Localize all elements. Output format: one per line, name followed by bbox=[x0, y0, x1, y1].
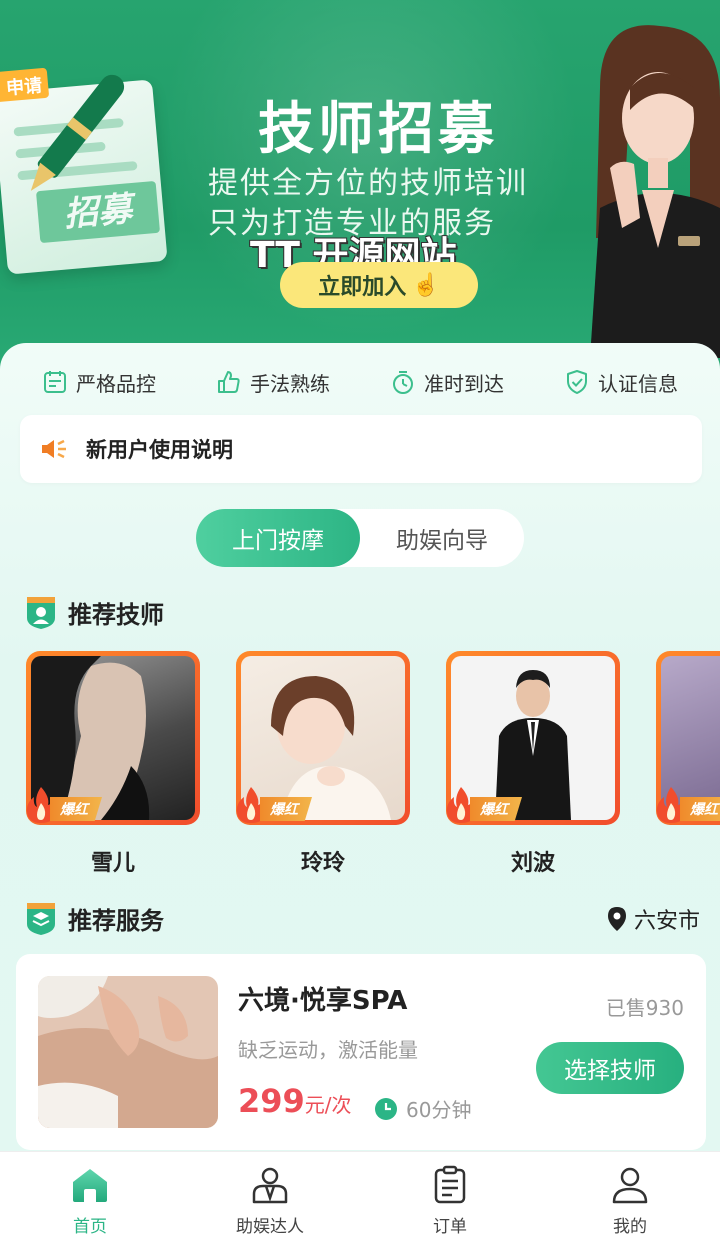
feature-on-time: 准时到达 bbox=[390, 368, 504, 397]
price-value: 299 bbox=[238, 1082, 305, 1120]
hot-badge: 爆红 bbox=[234, 785, 312, 825]
hot-badge: 爆红 bbox=[654, 785, 720, 825]
service-price: 299元/次 bbox=[238, 1082, 352, 1120]
nav-label: 首页 bbox=[73, 1217, 107, 1237]
service-image bbox=[38, 976, 218, 1128]
feature-label: 认证信息 bbox=[598, 371, 678, 396]
tech-card[interactable]: 爆红 bbox=[656, 651, 720, 845]
tech-name: 玲玲 bbox=[300, 851, 345, 876]
hot-badge: 爆红 bbox=[26, 785, 102, 825]
tech-carousel[interactable]: 爆红 雪儿 爆红 玲玲 爆红 刘波 爆红 bbox=[26, 651, 720, 881]
tech-photo-frame: 爆红 bbox=[26, 651, 200, 825]
hot-label: 爆红 bbox=[50, 797, 102, 821]
service-badge-icon bbox=[27, 903, 55, 935]
quality-control-icon bbox=[44, 371, 66, 393]
tab-entertainment-guide[interactable]: 助娱向导 bbox=[360, 509, 524, 567]
location-selector[interactable]: 六安市 bbox=[606, 903, 700, 935]
tech-photo-frame: 爆红 bbox=[236, 651, 410, 825]
feature-label: 准时到达 bbox=[424, 371, 504, 396]
service-type-tabs: 上门按摩 助娱向导 bbox=[196, 509, 524, 567]
verified-shield-icon bbox=[567, 370, 587, 394]
select-technician-button[interactable]: 选择技师 bbox=[536, 1042, 684, 1094]
feature-label: 手法熟练 bbox=[250, 371, 330, 396]
tech-badge-icon bbox=[27, 597, 55, 629]
stopwatch-icon bbox=[393, 371, 413, 394]
tech-card[interactable]: 爆红 雪儿 bbox=[26, 651, 200, 877]
tech-photo-frame: 爆红 bbox=[656, 651, 720, 825]
bottom-navigation: 首页 助娱达人 订单 我的 bbox=[0, 1151, 720, 1251]
recommended-techs-header: 推荐技师 bbox=[24, 594, 164, 630]
section-title: 推荐技师 bbox=[68, 600, 164, 629]
service-card[interactable]: 六境·悦享SPA 已售930 缺乏运动，激活能量 299元/次 60分钟 选择技… bbox=[16, 954, 706, 1150]
feature-strip: 严格品控 手法熟练 准时到达 认证信息 bbox=[0, 364, 720, 400]
recruiter-woman-image bbox=[590, 25, 720, 358]
hot-label: 爆红 bbox=[470, 797, 522, 821]
join-now-label: 立即加入 bbox=[318, 274, 407, 299]
price-unit: 元/次 bbox=[304, 1093, 352, 1117]
service-sold-count: 已售930 bbox=[605, 996, 684, 1020]
apply-tag: 申请 bbox=[0, 67, 50, 103]
tech-name: 雪儿 bbox=[90, 851, 135, 876]
nav-home[interactable]: 首页 bbox=[0, 1152, 180, 1251]
notice-text: 新用户使用说明 bbox=[86, 438, 233, 462]
clipboard-icon bbox=[434, 1165, 466, 1204]
nav-label: 我的 bbox=[613, 1217, 647, 1237]
banner-title: 技师招募 bbox=[258, 97, 498, 162]
location-label: 六安市 bbox=[633, 909, 700, 934]
user-icon bbox=[612, 1167, 648, 1204]
section-title: 推荐服务 bbox=[68, 906, 164, 935]
location-pin-icon bbox=[607, 907, 626, 931]
thumbs-up-icon bbox=[218, 371, 240, 393]
recruit-stamp: 招募 bbox=[35, 180, 161, 244]
duration-label: 60分钟 bbox=[406, 1098, 472, 1122]
tap-hand-icon: ☝ bbox=[412, 272, 440, 297]
nav-orders[interactable]: 订单 bbox=[360, 1152, 540, 1251]
service-name: 六境·悦享SPA bbox=[238, 986, 408, 1016]
expert-icon bbox=[252, 1167, 288, 1204]
tech-card[interactable]: 爆红 刘波 bbox=[446, 651, 620, 877]
nav-expert[interactable]: 助娱达人 bbox=[180, 1152, 360, 1251]
recommended-services-header: 推荐服务 bbox=[24, 900, 164, 936]
service-description: 缺乏运动，激活能量 bbox=[238, 1038, 418, 1062]
home-icon bbox=[73, 1169, 107, 1202]
nav-profile[interactable]: 我的 bbox=[540, 1152, 720, 1251]
nav-label: 助娱达人 bbox=[236, 1217, 304, 1237]
tech-name: 刘波 bbox=[510, 851, 555, 876]
service-duration: 60分钟 bbox=[374, 1094, 471, 1123]
hot-badge: 爆红 bbox=[444, 785, 522, 825]
tech-card[interactable]: 爆红 玲玲 bbox=[236, 651, 410, 877]
nav-label: 订单 bbox=[433, 1217, 467, 1237]
tab-home-massage[interactable]: 上门按摩 bbox=[196, 509, 360, 567]
join-now-button[interactable]: 立即加入 ☝ bbox=[280, 262, 478, 308]
feature-quality-control: 严格品控 bbox=[42, 368, 156, 397]
banner-subtitle-1: 提供全方位的技师培训 bbox=[208, 166, 528, 201]
hot-label: 爆红 bbox=[260, 797, 312, 821]
feature-skilled: 手法熟练 bbox=[216, 368, 330, 397]
feature-label: 严格品控 bbox=[76, 371, 156, 396]
new-user-guide-notice[interactable]: 新用户使用说明 bbox=[20, 415, 702, 483]
recruitment-banner[interactable]: 申请 招募 技师招募 提供全方位的技师培训 只为打造专业的服务 TT 开源网站 … bbox=[0, 0, 720, 380]
megaphone-icon bbox=[42, 439, 66, 459]
clock-icon bbox=[375, 1097, 397, 1120]
feature-verified: 认证信息 bbox=[564, 368, 678, 397]
hot-label: 爆红 bbox=[680, 797, 720, 821]
tech-photo-frame: 爆红 bbox=[446, 651, 620, 825]
